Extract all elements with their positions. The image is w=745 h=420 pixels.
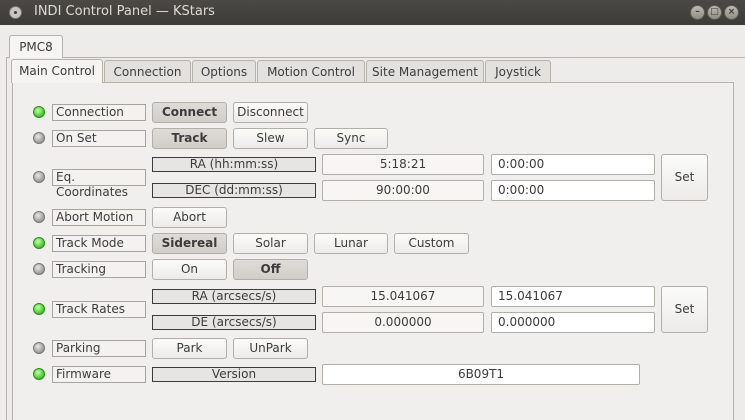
- solar-button[interactable]: Solar: [233, 233, 308, 254]
- disconnect-button[interactable]: Disconnect: [233, 102, 308, 123]
- tab-connection[interactable]: Connection: [104, 60, 191, 83]
- sync-button[interactable]: Sync: [314, 128, 388, 149]
- abort-motion-status-led: [33, 211, 45, 223]
- dec-current-value: 90:00:00: [322, 180, 484, 201]
- track-rates-label: Track Rates: [52, 301, 146, 318]
- track-mode-status-led: [33, 237, 45, 249]
- tracking-on-button[interactable]: On: [152, 259, 227, 280]
- dec-dms-label: DEC (dd:mm:ss): [152, 183, 316, 198]
- slew-button[interactable]: Slew: [233, 128, 308, 149]
- custom-button[interactable]: Custom: [394, 233, 469, 254]
- connection-label: Connection: [52, 104, 146, 121]
- dec-input[interactable]: 0:00:00: [491, 180, 655, 201]
- track-mode-label: Track Mode: [52, 235, 146, 252]
- track-button[interactable]: Track: [152, 128, 227, 149]
- minimize-icon[interactable]: –: [690, 5, 705, 20]
- app-icon: [9, 6, 22, 19]
- window-title: INDI Control Panel — KStars: [34, 4, 215, 19]
- on-set-status-led: [33, 132, 45, 144]
- tab-label: Site Management: [372, 65, 478, 79]
- tab-motion-control[interactable]: Motion Control: [257, 60, 365, 83]
- ra-current-value: 5:18:21: [322, 154, 484, 175]
- tab-label: Joystick: [495, 65, 541, 79]
- tracking-off-button[interactable]: Off: [233, 259, 308, 280]
- unpark-button[interactable]: UnPark: [233, 338, 308, 359]
- device-tab-pmc8[interactable]: PMC8: [9, 35, 63, 58]
- track-rates-set-button[interactable]: Set: [661, 286, 708, 333]
- parking-label: Parking: [52, 340, 146, 357]
- lunar-button[interactable]: Lunar: [314, 233, 388, 254]
- connection-status-led: [33, 106, 45, 118]
- track-rates-status-led: [33, 303, 45, 315]
- tab-label: Connection: [113, 65, 182, 79]
- tab-site-management[interactable]: Site Management: [366, 60, 484, 83]
- firmware-label: Firmware: [52, 366, 146, 383]
- tab-label: Main Control: [19, 64, 95, 78]
- tab-options[interactable]: Options: [192, 60, 256, 83]
- close-icon[interactable]: ×: [724, 5, 739, 20]
- firmware-status-led: [33, 368, 45, 380]
- tab-joystick[interactable]: Joystick: [485, 60, 551, 83]
- tracking-label: Tracking: [52, 261, 146, 278]
- eq-coordinates-set-button[interactable]: Set: [661, 154, 708, 201]
- parking-status-led: [33, 342, 45, 354]
- tab-label: Motion Control: [267, 65, 355, 79]
- tab-main-control[interactable]: Main Control: [11, 59, 103, 83]
- title-bar: INDI Control Panel — KStars – □ ×: [0, 0, 745, 25]
- ra-input[interactable]: 0:00:00: [491, 154, 655, 175]
- abort-motion-label: Abort Motion: [52, 209, 146, 226]
- de-rate-value: 0.000000: [322, 312, 484, 333]
- version-label: Version: [152, 367, 316, 382]
- ra-hms-label: RA (hh:mm:ss): [152, 157, 316, 172]
- device-tab-label: PMC8: [19, 40, 53, 54]
- ra-rate-label: RA (arcsecs/s): [152, 289, 316, 304]
- eq-coordinates-label: Eq. Coordinates: [52, 169, 146, 199]
- ra-rate-input[interactable]: 15.041067: [491, 286, 655, 307]
- abort-button[interactable]: Abort: [152, 207, 227, 228]
- connect-button[interactable]: Connect: [152, 102, 227, 123]
- sidereal-button[interactable]: Sidereal: [152, 233, 227, 254]
- tab-label: Options: [200, 65, 248, 79]
- tracking-status-led: [33, 263, 45, 275]
- ra-rate-value: 15.041067: [322, 286, 484, 307]
- on-set-label: On Set: [52, 130, 146, 147]
- park-button[interactable]: Park: [152, 338, 227, 359]
- de-rate-input[interactable]: 0.000000: [491, 312, 655, 333]
- maximize-icon[interactable]: □: [707, 5, 722, 20]
- eq-coordinates-status-led: [33, 171, 45, 183]
- de-rate-label: DE (arcsecs/s): [152, 315, 316, 330]
- firmware-version-value: 6B09T1: [322, 364, 640, 385]
